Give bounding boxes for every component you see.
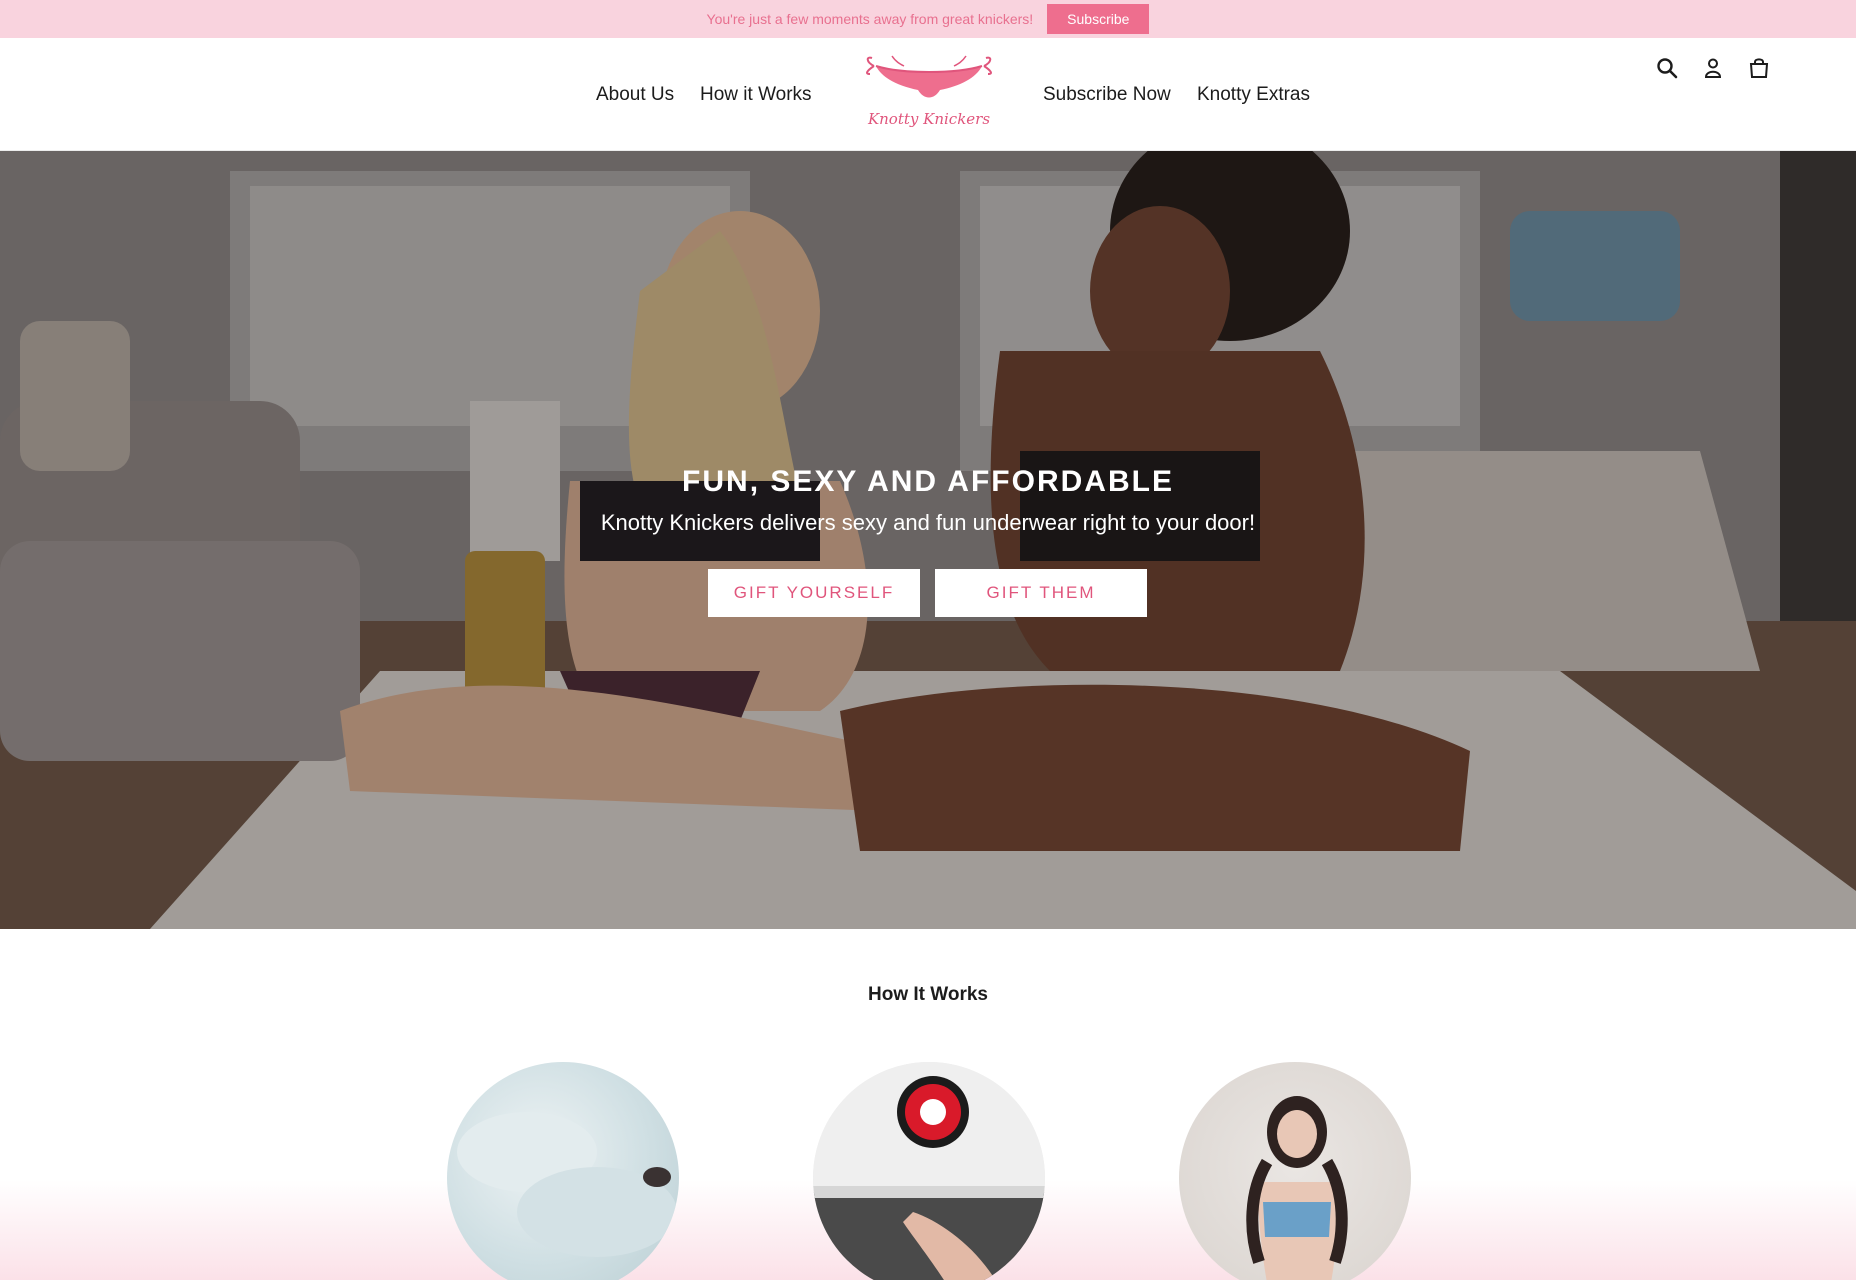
nav-about-us[interactable]: About Us xyxy=(596,84,674,106)
logo-text: Knotty Knickers xyxy=(867,110,991,128)
model-image xyxy=(1246,1096,1348,1280)
step-image-3 xyxy=(1179,1062,1411,1280)
announcement-text: You're just a few moments away from grea… xyxy=(706,11,1034,27)
site-header: About Us How it Works Knotty Knickers Su… xyxy=(0,38,1856,151)
account-icon[interactable] xyxy=(1696,51,1730,85)
knickers-logo-icon xyxy=(866,55,992,98)
search-icon[interactable] xyxy=(1650,51,1684,85)
how-it-works-heading: How It Works xyxy=(868,984,988,1005)
hero-banner: FUN, SEXY AND AFFORDABLE Knotty Knickers… xyxy=(0,151,1856,929)
nav-subscribe-now[interactable]: Subscribe Now xyxy=(1043,84,1171,106)
clouds-image xyxy=(457,1112,677,1257)
hero-overlay xyxy=(0,151,1856,929)
hero-title: FUN, SEXY AND AFFORDABLE xyxy=(682,465,1174,498)
subscribe-button[interactable]: Subscribe xyxy=(1047,4,1150,34)
site-logo[interactable]: Knotty Knickers xyxy=(862,52,996,134)
doorbell-image xyxy=(813,1062,1045,1280)
gift-them-button[interactable]: GIFT THEM xyxy=(935,569,1147,617)
step-image-2 xyxy=(813,1062,1045,1280)
step-image-1 xyxy=(447,1062,679,1280)
hero-subtitle: Knotty Knickers delivers sexy and fun un… xyxy=(600,510,1256,535)
announcement-bar: You're just a few moments away from grea… xyxy=(0,0,1856,38)
nav-how-it-works[interactable]: How it Works xyxy=(700,84,812,106)
gift-yourself-button[interactable]: GIFT YOURSELF xyxy=(708,569,920,617)
nav-knotty-extras[interactable]: Knotty Extras xyxy=(1197,84,1310,106)
cart-icon[interactable] xyxy=(1742,51,1776,85)
